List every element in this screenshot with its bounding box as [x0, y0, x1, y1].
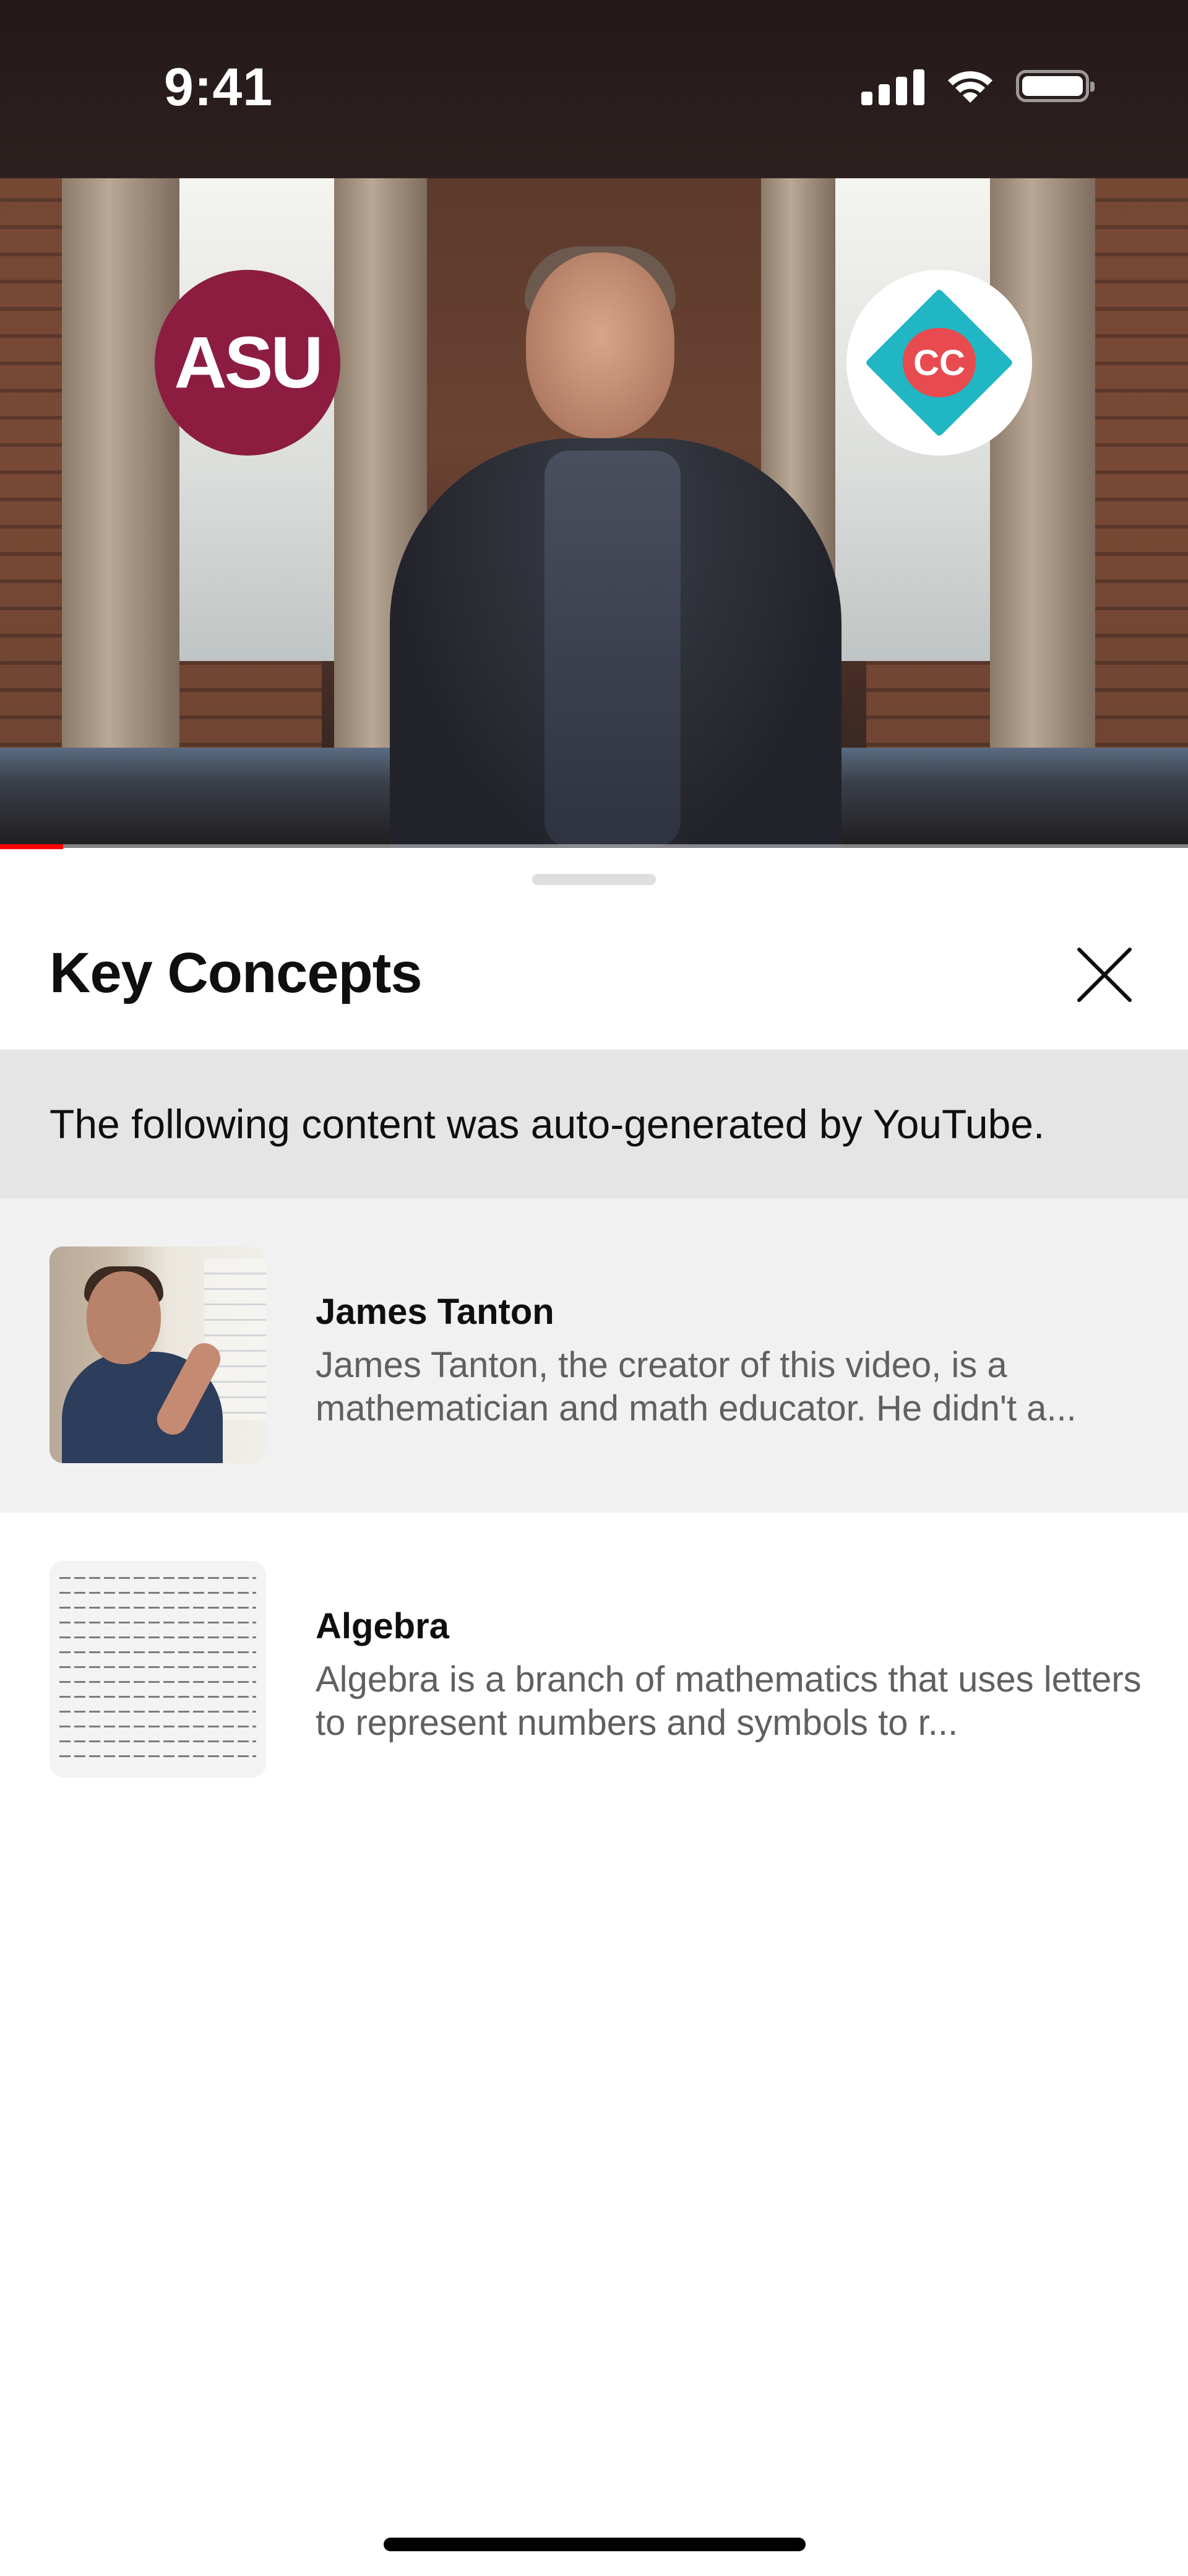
concept-text: James Tanton James Tanton, the creator o… — [316, 1291, 1145, 1430]
concept-thumbnail — [50, 1561, 266, 1778]
concept-name: James Tanton — [316, 1292, 554, 1332]
concept-item-james-tanton[interactable]: James Tanton James Tanton, the creator o… — [0, 1198, 1188, 1513]
drag-handle[interactable] — [532, 874, 656, 885]
notice-text: The following content was auto-generated… — [50, 1101, 1045, 1147]
concept-description: James Tanton, the creator of this video,… — [316, 1345, 1077, 1428]
concept-text: Algebra Algebra is a branch of mathemati… — [316, 1606, 1145, 1745]
presenter-head — [526, 253, 674, 438]
home-indicator[interactable] — [384, 2538, 806, 2551]
close-button[interactable] — [1070, 941, 1138, 1009]
crashcourse-logo: CC — [846, 270, 1032, 456]
cc-apple-icon: CC — [903, 328, 976, 397]
concept-thumbnail — [50, 1247, 266, 1463]
key-concepts-sheet: Key Concepts The following content was a… — [0, 849, 1188, 2576]
video-progress-bar[interactable] — [0, 844, 1188, 849]
auto-generated-notice: The following content was auto-generated… — [0, 1050, 1188, 1198]
video-player[interactable]: ASU CC — [0, 178, 1188, 848]
asu-logo: ASU — [155, 270, 340, 456]
status-bar: 9:41 — [0, 0, 1188, 178]
status-icons — [861, 67, 1095, 105]
close-icon — [1077, 948, 1132, 1002]
video-progress-fill — [0, 844, 63, 849]
presenter-shirt — [544, 451, 681, 847]
concept-name: Algebra — [316, 1606, 449, 1646]
video-curtain — [62, 178, 179, 748]
battery-icon — [1016, 70, 1095, 102]
wifi-icon — [948, 71, 992, 103]
sheet-title: Key Concepts — [50, 941, 422, 1005]
video-curtain — [990, 178, 1095, 748]
cc-diamond: CC — [864, 288, 1014, 438]
concept-description: Algebra is a branch of mathematics that … — [316, 1659, 1142, 1743]
concept-item-algebra[interactable]: Algebra Algebra is a branch of mathemati… — [0, 1513, 1188, 1827]
signal-icon — [861, 67, 924, 105]
status-time: 9:41 — [164, 58, 273, 117]
